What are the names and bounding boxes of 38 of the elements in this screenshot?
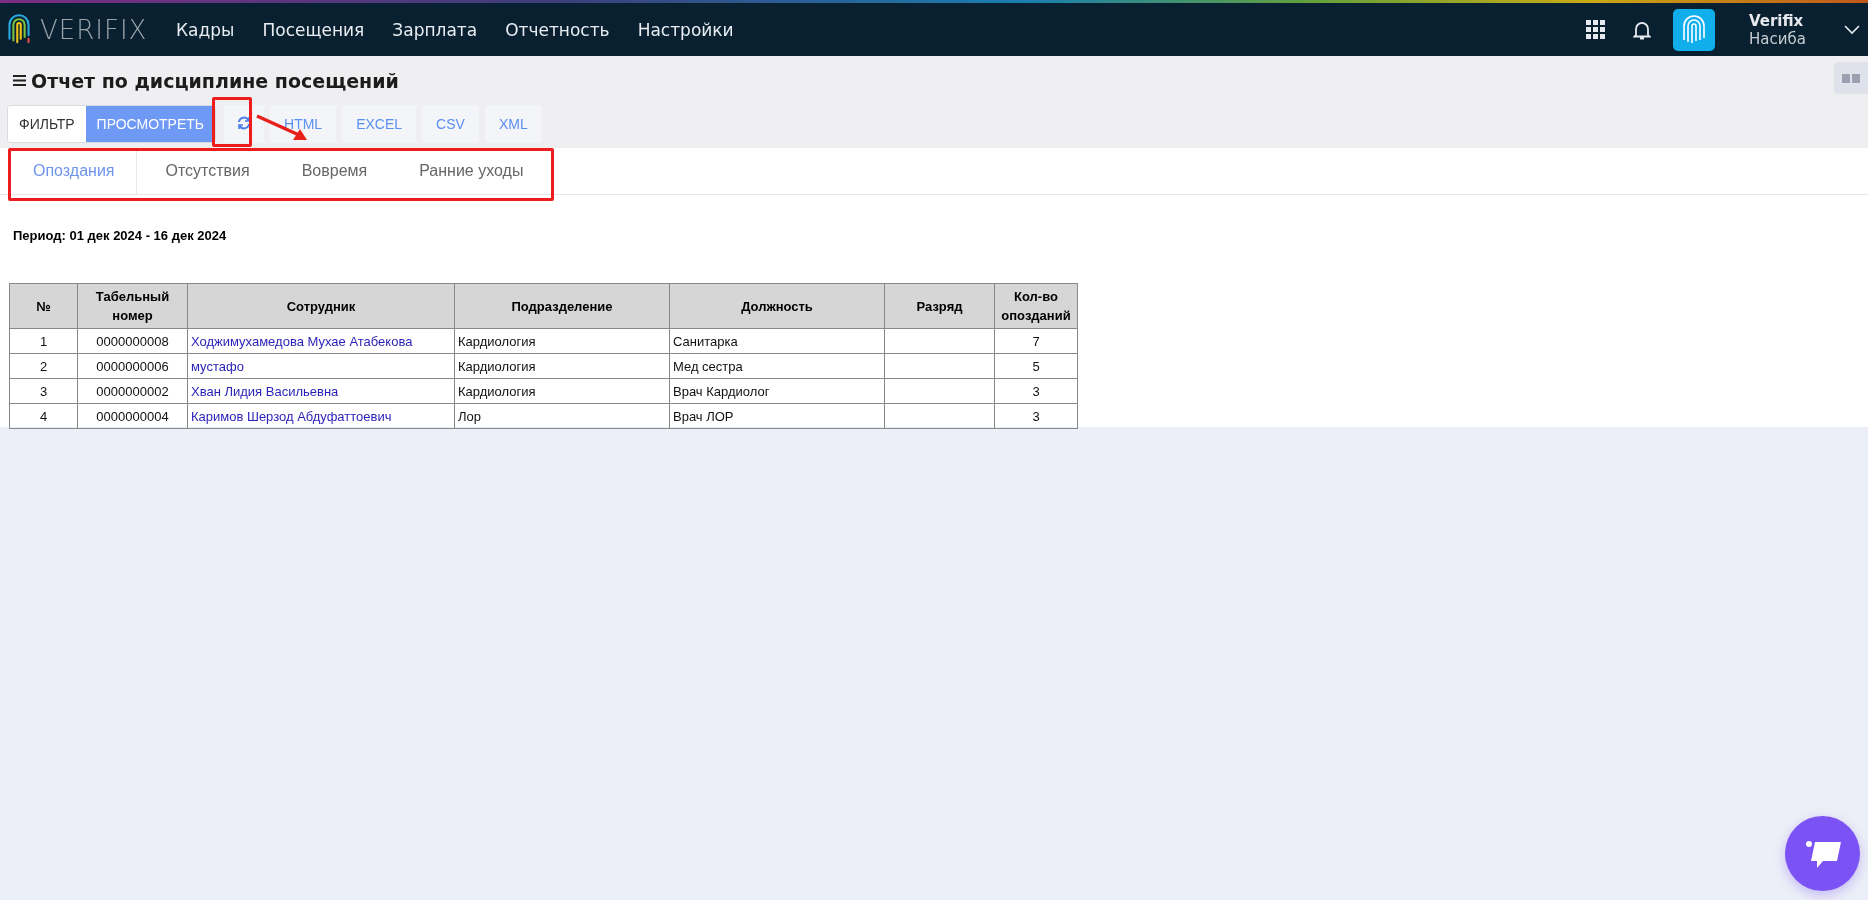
- nav-link[interactable]: Отчетность: [505, 19, 610, 40]
- table-cell: 1: [9, 328, 78, 354]
- table-cell: 4: [9, 403, 78, 429]
- page-title: Отчет по дисциплине посещений: [31, 69, 399, 92]
- column-header: Сотрудник: [187, 283, 455, 329]
- nav-link[interactable]: Настройки: [637, 19, 734, 40]
- column-header: Кол-во опозданий: [994, 283, 1078, 329]
- nav-link[interactable]: Зарплата: [392, 19, 478, 40]
- column-header: Табельный номер: [77, 283, 188, 329]
- employee-link[interactable]: мустафо: [191, 358, 244, 374]
- table-cell: Кардиология: [454, 328, 670, 354]
- nav-link[interactable]: Кадры: [176, 19, 235, 40]
- table-cell: 0000000006: [77, 353, 188, 379]
- table-cell: Мед сестра: [669, 353, 885, 379]
- column-header: Разряд: [884, 283, 995, 329]
- table-cell: 0000000008: [77, 328, 188, 354]
- table-cell: 2: [9, 353, 78, 379]
- table-cell: Врач ЛОР: [669, 403, 885, 429]
- nav-link[interactable]: Посещения: [262, 19, 365, 40]
- table-cell: Врач Кардиолог: [669, 378, 885, 404]
- table-cell: Санитарка: [669, 328, 885, 354]
- table-cell: 3: [994, 378, 1078, 404]
- user-name: Насиба: [1749, 29, 1807, 48]
- table-cell: 3: [9, 378, 78, 404]
- brand-name: VERIFIX: [40, 14, 148, 45]
- column-header: Должность: [669, 283, 885, 329]
- table-cell: 0000000002: [77, 378, 188, 404]
- column-header: №: [9, 283, 78, 329]
- table-cell: 3: [994, 403, 1078, 429]
- table-cell: 7: [994, 328, 1078, 354]
- report-period: Период: 01 дек 2024 - 16 дек 2024: [13, 228, 228, 243]
- table-cell: Кардиология: [454, 353, 670, 379]
- table-cell: 5: [994, 353, 1078, 379]
- company-name: Verifix: [1749, 11, 1805, 30]
- column-header: Подразделение: [454, 283, 670, 329]
- table-cell: Кардиология: [454, 378, 670, 404]
- table-cell: 0000000004: [77, 403, 188, 429]
- table-cell: Лор: [454, 403, 670, 429]
